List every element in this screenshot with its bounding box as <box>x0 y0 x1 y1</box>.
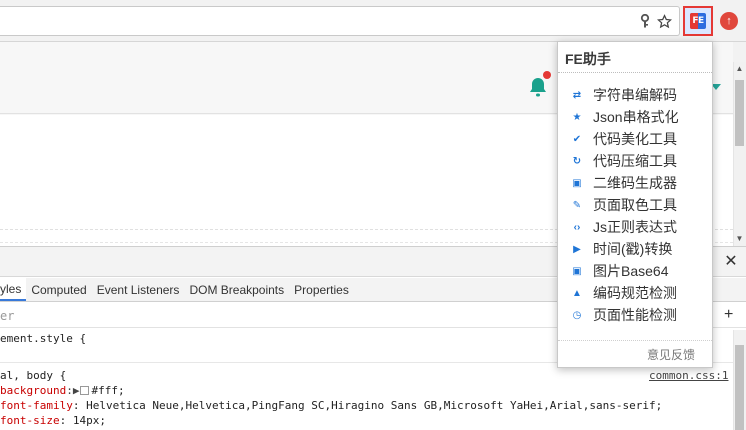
tab-dom-breakpoints[interactable]: DOM Breakpoints <box>184 278 289 301</box>
bell-icon[interactable] <box>528 76 548 98</box>
css-selector[interactable]: al, body { <box>0 368 66 383</box>
upload-extension-icon[interactable]: ↑ <box>720 12 738 30</box>
qrcode-icon: ▣ <box>572 177 582 189</box>
menu-item-timestamp[interactable]: ▶ 时间(戳)转换 <box>558 238 712 260</box>
scroll-down-arrow-icon[interactable]: ▼ <box>735 234 744 243</box>
close-icon[interactable]: ✕ <box>724 252 738 270</box>
menu-item-js-regex[interactable]: ‹› Js正则表达式 <box>558 216 712 238</box>
devtools-scrollbar-thumb[interactable] <box>735 345 744 430</box>
notification-badge <box>543 71 551 79</box>
css-declaration-font-size[interactable]: font-size: 14px; <box>0 413 106 428</box>
address-bar[interactable] <box>0 6 680 36</box>
source-link[interactable]: common.css:1 <box>649 368 728 383</box>
menu-item-string-codec[interactable]: ⇄ 字符串编解码 <box>558 84 712 106</box>
tab-styles[interactable]: yles <box>0 278 27 301</box>
tab-computed[interactable]: Computed <box>26 278 91 301</box>
warning-icon: ▲ <box>572 287 582 299</box>
eyedropper-icon: ✎ <box>572 199 582 211</box>
css-declaration-background[interactable]: background:▶ #fff; <box>0 383 125 398</box>
refresh-icon: ↻ <box>572 155 582 167</box>
css-declaration-font-family[interactable]: font-family: Helvetica Neue,Helvetica,Pi… <box>0 398 662 413</box>
fe-tools-menu: ⇄ 字符串编解码 ★ Json串格式化 ✔ 代码美化工具 ↻ 代码压缩工具 ▣ 二维码生成… <box>558 84 712 326</box>
swap-arrows-icon: ⇄ <box>572 89 582 101</box>
fe-helper-extension-button[interactable]: FE <box>683 6 713 36</box>
popup-footer-divider <box>558 340 712 341</box>
menu-item-image-base64[interactable]: ▣ 图片Base64 <box>558 260 712 282</box>
star-icon: ★ <box>572 111 582 123</box>
popup-divider <box>558 72 712 73</box>
filter-placeholder: er <box>0 309 15 323</box>
scroll-up-arrow-icon[interactable]: ▲ <box>735 64 744 73</box>
tab-properties[interactable]: Properties <box>289 278 354 301</box>
element-style-rule[interactable]: ement.style { <box>0 331 86 346</box>
menu-item-code-beautify[interactable]: ✔ 代码美化工具 <box>558 128 712 150</box>
code-icon: ‹› <box>573 221 581 233</box>
clock-icon: ◷ <box>572 309 582 321</box>
check-icon: ✔ <box>572 133 582 145</box>
feedback-link[interactable]: 意见反馈 <box>647 346 695 363</box>
page-scrollbar-thumb[interactable] <box>735 80 744 146</box>
menu-item-code-standards[interactable]: ▲ 编码规范检测 <box>558 282 712 304</box>
fe-logo-icon: FE <box>690 13 706 29</box>
popup-title: FE助手 <box>565 51 611 67</box>
menu-item-qrcode[interactable]: ▣ 二维码生成器 <box>558 172 712 194</box>
tab-event-listeners[interactable]: Event Listeners <box>92 278 185 301</box>
new-style-rule-button[interactable]: + <box>724 306 733 324</box>
menu-item-json-format[interactable]: ★ Json串格式化 <box>558 106 712 128</box>
color-swatch[interactable] <box>80 386 90 395</box>
play-icon: ▶ <box>573 243 581 255</box>
star-icon[interactable] <box>655 12 673 30</box>
key-icon[interactable] <box>636 12 654 30</box>
menu-item-color-picker[interactable]: ✎ 页面取色工具 <box>558 194 712 216</box>
menu-item-page-performance[interactable]: ◷ 页面性能检测 <box>558 304 712 326</box>
image-icon: ▣ <box>572 265 582 277</box>
menu-item-code-compress[interactable]: ↻ 代码压缩工具 <box>558 150 712 172</box>
